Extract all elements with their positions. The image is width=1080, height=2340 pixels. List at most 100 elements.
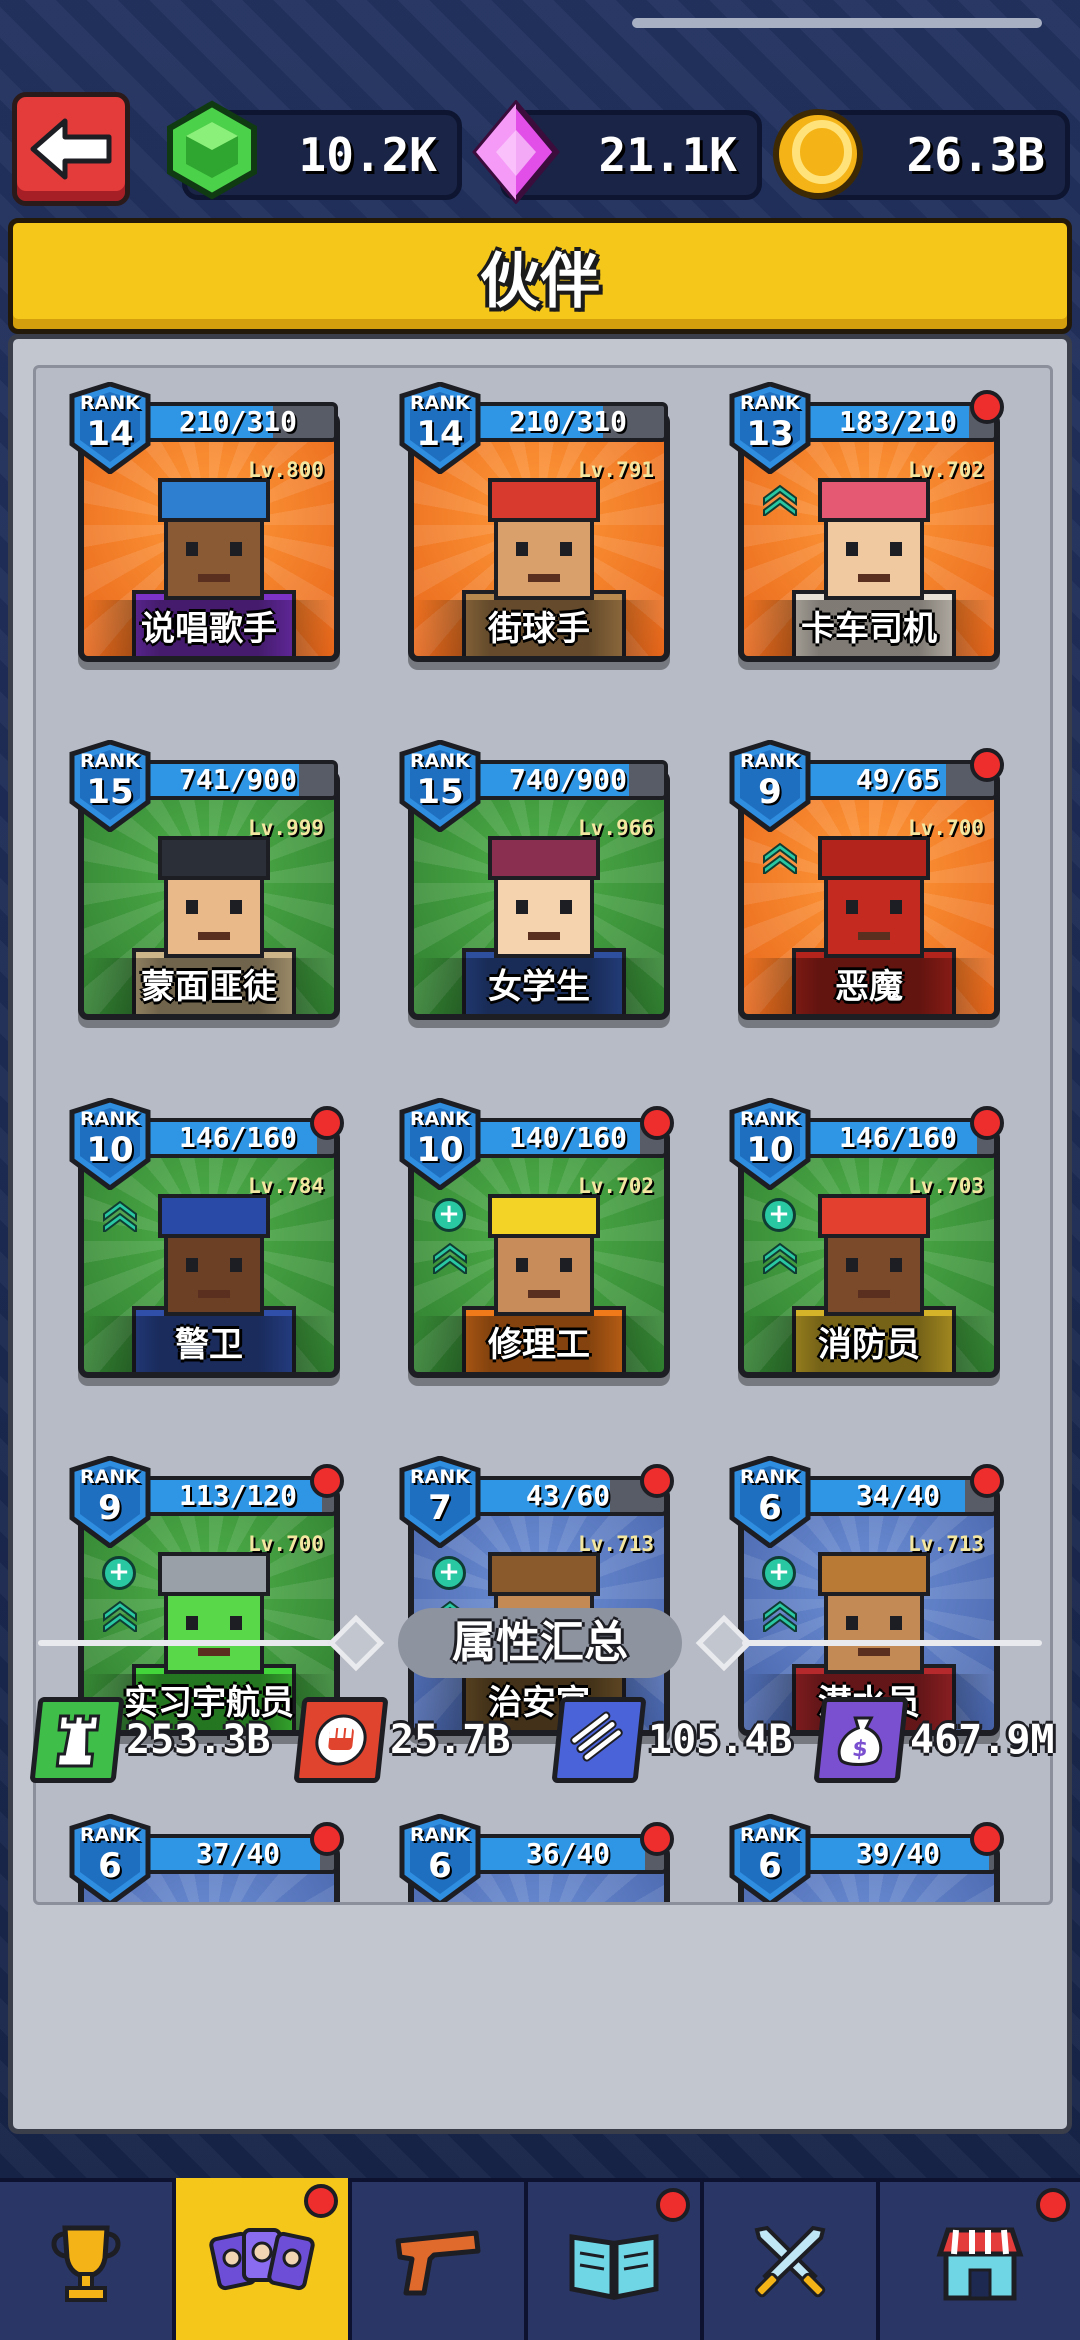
rank-up-chevron-icon	[763, 1242, 797, 1274]
rank-up-chevron-icon	[103, 1600, 137, 1632]
notification-dot	[970, 390, 1004, 424]
notification-dot	[970, 1464, 1004, 1498]
rank-label: RANK	[410, 1108, 470, 1130]
rank-label: RANK	[80, 750, 140, 772]
partner-shard-progress: 113/120	[138, 1476, 338, 1516]
rank-up-chevron-icon	[763, 1600, 797, 1632]
notification-dot	[310, 1464, 344, 1498]
rank-label: RANK	[410, 750, 470, 772]
partner-level: Lv.784	[248, 1174, 324, 1198]
partner-card[interactable]: Lv.700 恶魔 49/65 RANK 9	[728, 739, 1008, 1040]
partner-card[interactable]: Lv.999 蒙面匪徒 741/900 RANK 15	[68, 739, 348, 1040]
partner-level: Lv.702	[908, 458, 984, 482]
rank-label: RANK	[80, 392, 140, 414]
rank-number: 13	[746, 414, 794, 454]
partner-name: 街球手	[488, 609, 590, 649]
rank-number: 9	[758, 772, 782, 812]
partner-card[interactable]: 37/40 RANK 6	[68, 1813, 348, 1902]
progress-text: 140/160	[508, 1121, 627, 1154]
partner-level: Lv.791	[578, 458, 654, 482]
partner-shard-progress: 146/160	[798, 1118, 998, 1158]
rank-number: 9	[98, 1488, 122, 1528]
fist-icon	[293, 1697, 389, 1783]
rank-badge: RANK 6	[398, 1813, 482, 1902]
progress-text: 146/160	[838, 1121, 957, 1154]
stat-tower[interactable]: 253.3B	[29, 1690, 271, 1790]
rank-number: 15	[416, 772, 464, 812]
partner-name: 蒙面匪徒	[141, 967, 277, 1007]
back-button[interactable]	[12, 92, 130, 206]
partner-shard-progress: 49/65	[798, 760, 998, 800]
nav-tab-partners[interactable]	[176, 2178, 352, 2340]
partner-name: 女学生	[488, 967, 590, 1007]
partner-card[interactable]: Lv.966 女学生 740/900 RANK 15	[398, 739, 678, 1040]
pistol-icon	[395, 2230, 481, 2296]
stat-ammo[interactable]: 105.4B	[551, 1690, 793, 1790]
rank-label: RANK	[80, 1824, 140, 1846]
plus-badge-icon: +	[432, 1556, 466, 1590]
progress-text: 49/65	[855, 763, 941, 796]
rank-badge: RANK 15	[398, 739, 482, 834]
rank-label: RANK	[740, 1108, 800, 1130]
partner-level: Lv.999	[248, 816, 324, 840]
partner-card[interactable]: Lv.791 街球手 210/310 RANK 14	[398, 381, 678, 682]
rank-number: 6	[98, 1846, 122, 1886]
rank-label: RANK	[80, 1466, 140, 1488]
partner-name: 警卫	[175, 1325, 243, 1365]
progress-text: 210/310	[508, 405, 627, 438]
rank-label: RANK	[740, 1824, 800, 1846]
rank-number: 14	[86, 414, 134, 454]
partner-level: Lv.700	[248, 1532, 324, 1556]
notification-dot	[310, 1822, 344, 1856]
rank-badge: RANK 14	[68, 381, 152, 476]
rank-badge: RANK 7	[398, 1455, 482, 1550]
progress-text: 34/40	[855, 1479, 941, 1512]
stat-value: 25.7B	[390, 1717, 511, 1763]
notification-dot	[640, 1464, 674, 1498]
nav-tab-battle[interactable]	[704, 2182, 880, 2340]
partner-level: Lv.800	[248, 458, 324, 482]
partner-shard-progress: 210/310	[138, 402, 338, 442]
rank-up-chevron-icon	[763, 842, 797, 874]
stat-value: 105.4B	[648, 1717, 793, 1763]
nav-tab-shop[interactable]	[880, 2182, 1080, 2340]
tower-icon	[29, 1697, 125, 1783]
partner-name: 恶魔	[835, 967, 903, 1007]
crystal-value: 21.1K	[598, 128, 737, 182]
nav-tab-codex[interactable]	[528, 2182, 704, 2340]
partner-shard-progress: 39/40	[798, 1834, 998, 1874]
partner-card[interactable]: 36/40 RANK 6	[398, 1813, 678, 1902]
crossed-swords-icon	[754, 2225, 826, 2298]
partner-name: 说唱歌手	[141, 609, 277, 649]
partner-card[interactable]: Lv.702 卡车司机 183/210 RANK 13	[728, 381, 1008, 682]
page-title-bar: 伙伴	[8, 218, 1072, 334]
nav-tab-trophy[interactable]	[0, 2182, 176, 2340]
partner-card[interactable]: Lv.784 警卫 146/160 RANK 10	[68, 1097, 348, 1398]
stat-money[interactable]: $ 467.9M	[813, 1690, 1055, 1790]
plus-badge-icon: +	[432, 1198, 466, 1232]
partner-card[interactable]: Lv.703 消防员 +146/160 RANK 10	[728, 1097, 1008, 1398]
progress-text: 36/40	[525, 1837, 611, 1870]
rank-label: RANK	[80, 1108, 140, 1130]
stat-attack[interactable]: 25.7B	[293, 1690, 511, 1790]
stat-value: 467.9M	[910, 1717, 1055, 1763]
rank-badge: RANK 13	[728, 381, 812, 476]
partner-card[interactable]: Lv.702 修理工 +140/160 RANK 10	[398, 1097, 678, 1398]
partner-level: Lv.700	[908, 816, 984, 840]
partner-name: 修理工	[488, 1325, 590, 1365]
rank-up-chevron-icon	[433, 1242, 467, 1274]
rank-badge: RANK 10	[398, 1097, 482, 1192]
rank-badge: RANK 9	[68, 1455, 152, 1550]
coin-value: 26.3B	[906, 128, 1045, 182]
nav-tab-weapons[interactable]	[352, 2182, 528, 2340]
partner-card[interactable]: Lv.800 说唱歌手 210/310 RANK 14	[68, 381, 348, 682]
rank-badge: RANK 6	[68, 1813, 152, 1902]
rank-label: RANK	[410, 1466, 470, 1488]
nav-notification-dot	[656, 2188, 690, 2222]
partner-level: Lv.702	[578, 1174, 654, 1198]
partner-level: Lv.703	[908, 1174, 984, 1198]
svg-text:$: $	[851, 1737, 869, 1762]
rank-number: 10	[86, 1130, 134, 1170]
partner-shard-progress: 43/60	[468, 1476, 668, 1516]
partner-card[interactable]: 39/40 RANK 6	[728, 1813, 1008, 1902]
